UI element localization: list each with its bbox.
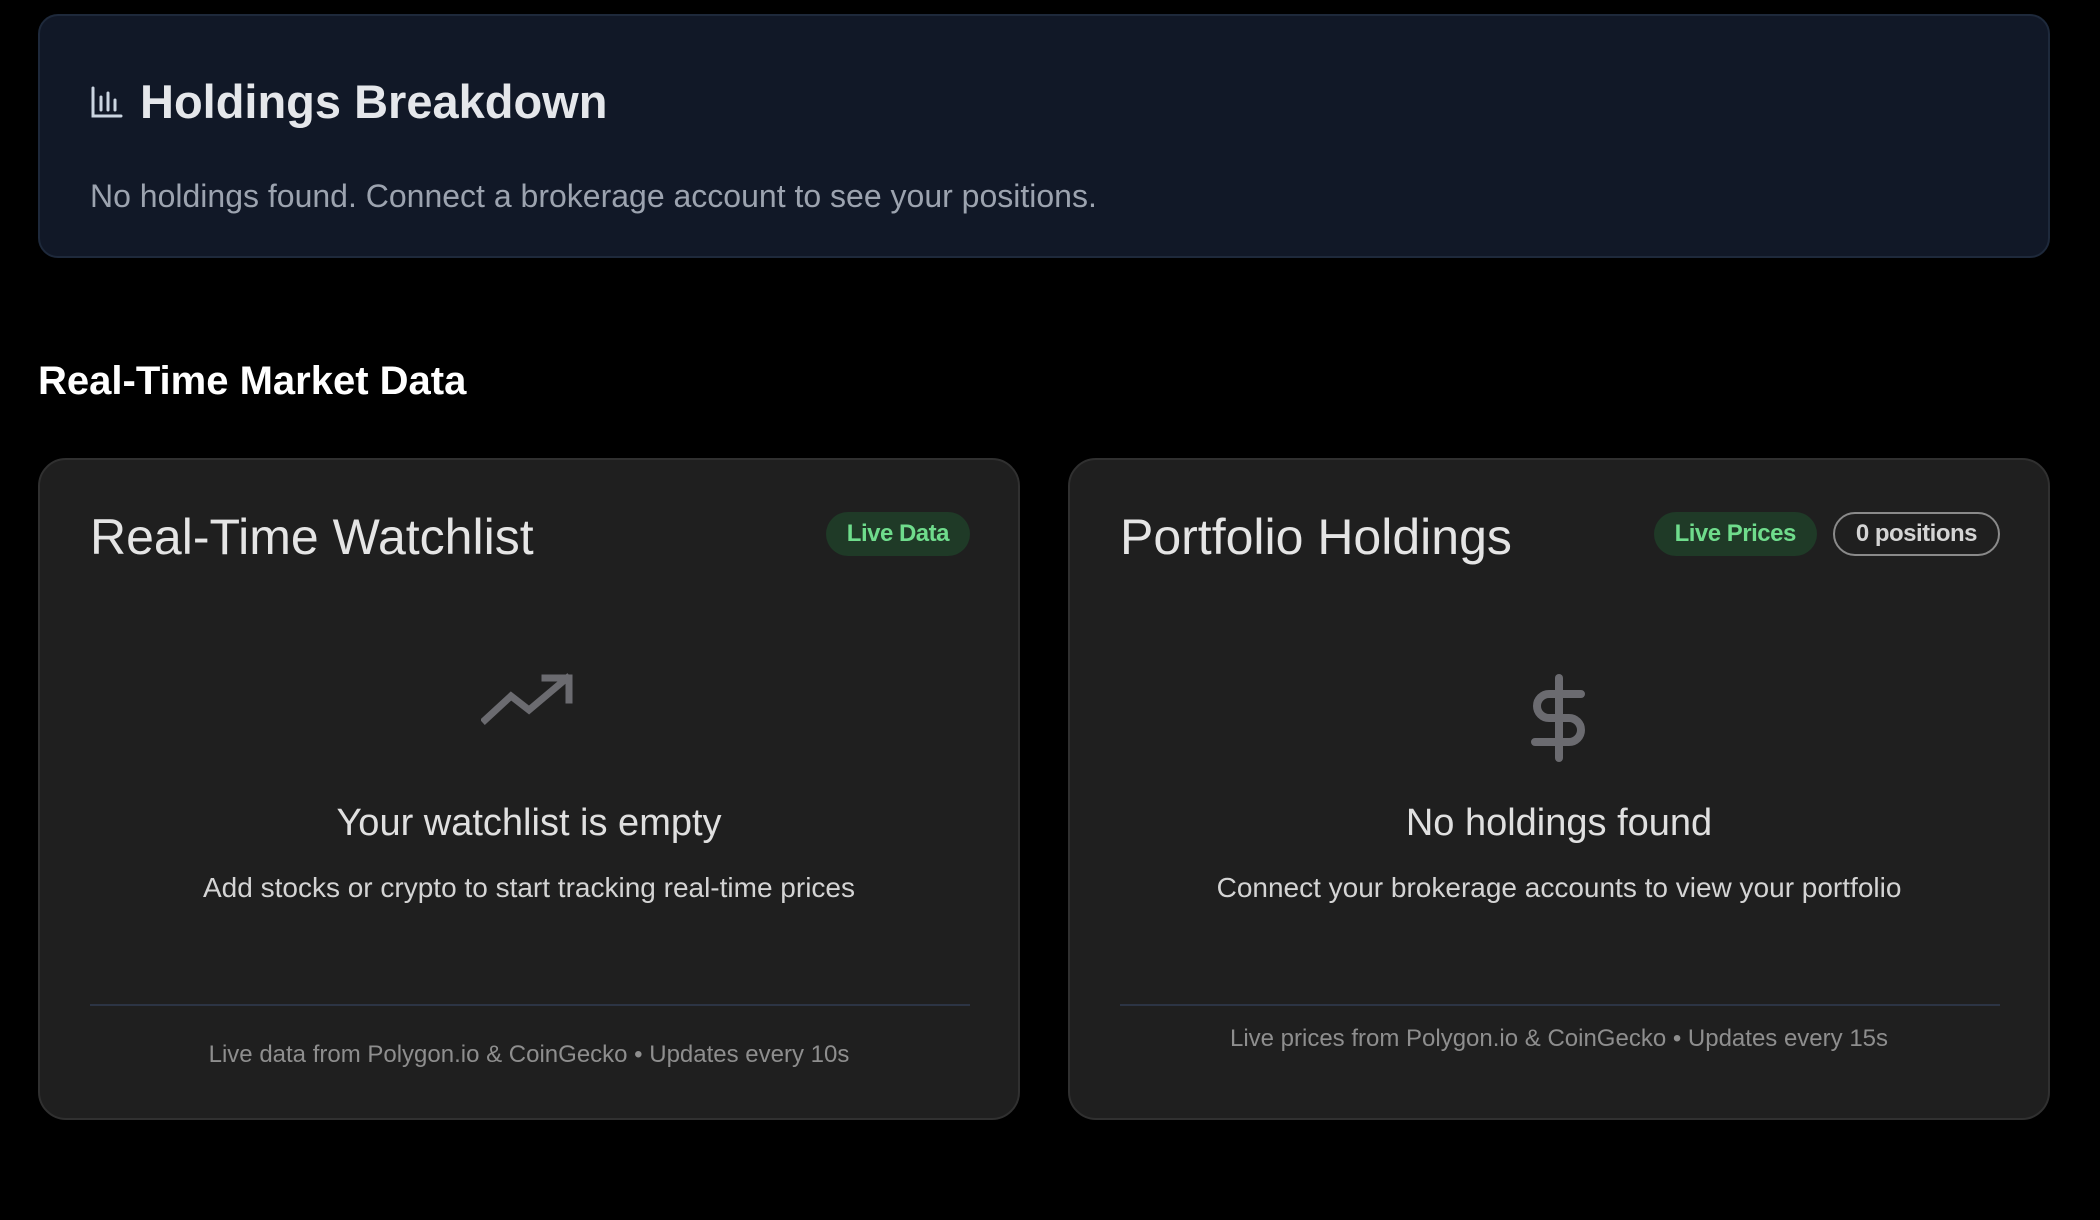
bar-chart-icon (90, 85, 124, 119)
watchlist-panel: Real-Time Watchlist Live Data Your watch… (38, 458, 1020, 1120)
live-data-badge: Live Data (825, 512, 970, 556)
trending-up-icon (480, 670, 577, 735)
holdings-breakdown-title: Holdings Breakdown (140, 75, 608, 128)
positions-count-badge: 0 positions (1832, 512, 2000, 556)
holdings-breakdown-header: Holdings Breakdown (90, 72, 607, 132)
portfolio-empty-title: No holdings found (1405, 802, 1713, 844)
holdings-breakdown-card: Holdings Breakdown No holdings found. Co… (38, 14, 2050, 258)
watchlist-empty-title: Your watchlist is empty (336, 802, 722, 844)
watchlist-empty-subtitle: Add stocks or crypto to start tracking r… (203, 872, 855, 903)
portfolio-holdings-panel: Portfolio Holdings Live Prices 0 positio… (1068, 458, 2050, 1120)
portfolio-footer: Live prices from Polygon.io & CoinGecko … (1229, 1025, 1889, 1052)
portfolio-holdings-title: Portfolio Holdings (1120, 509, 1512, 565)
watchlist-badges: Live Data (825, 512, 970, 556)
dollar-sign-icon (1527, 674, 1591, 767)
watchlist-footer: Live data from Polygon.io & CoinGecko • … (208, 1041, 850, 1068)
live-prices-badge: Live Prices (1653, 512, 1817, 556)
portfolio-divider (1120, 1004, 2000, 1006)
holdings-breakdown-empty-message: No holdings found. Connect a brokerage a… (90, 178, 1097, 214)
watchlist-title: Real-Time Watchlist (90, 509, 534, 565)
watchlist-divider (90, 1004, 970, 1006)
portfolio-badges: Live Prices 0 positions (1653, 512, 2000, 556)
market-data-heading: Real-Time Market Data (38, 359, 467, 403)
portfolio-empty-subtitle: Connect your brokerage accounts to view … (1216, 872, 1902, 903)
